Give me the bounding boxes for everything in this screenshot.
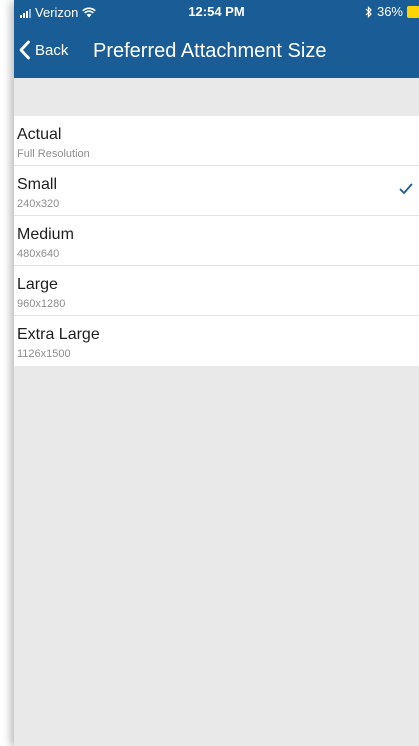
checkmark-icon [399,183,413,194]
battery-icon [407,5,419,18]
option-detail: Full Resolution [17,148,90,160]
bluetooth-icon [365,5,372,18]
option-detail: 240x320 [17,198,60,210]
option-detail: 1126x1500 [17,348,71,360]
status-bar: Verizon 12:54 PM 36% [14,0,419,24]
option-detail: 480x640 [17,248,60,260]
option-label: Actual [17,126,62,143]
option-actual[interactable]: Actual Full Resolution [14,116,419,166]
option-label: Small [17,176,58,193]
option-label: Large [17,276,58,293]
option-label: Medium [17,226,74,243]
section-spacer [14,78,419,116]
status-time: 12:54 PM [188,4,245,19]
top-bar: Verizon 12:54 PM 36% Back Preferred Atta… [14,0,419,78]
phone-screen: Verizon 12:54 PM 36% Back Preferred Atta… [14,0,419,746]
status-right: 36% [365,4,419,19]
back-label: Back [35,41,69,59]
page-title: Preferred Attachment Size [93,40,327,62]
option-large[interactable]: Large 960x1280 [14,266,419,316]
attachment-size-list: Actual Full Resolution Small 240x320 Med… [14,116,419,366]
option-detail: 960x1280 [17,298,66,310]
navigation-bar: Back Preferred Attachment Size [14,28,419,76]
back-button[interactable]: Back [18,40,68,60]
option-medium[interactable]: Medium 480x640 [14,216,419,266]
option-small[interactable]: Small 240x320 [14,166,419,216]
chevron-left-icon [19,40,30,60]
option-label: Extra Large [17,326,100,343]
battery-percent: 36% [376,4,403,19]
option-extra-large[interactable]: Extra Large 1126x1500 [14,316,419,366]
